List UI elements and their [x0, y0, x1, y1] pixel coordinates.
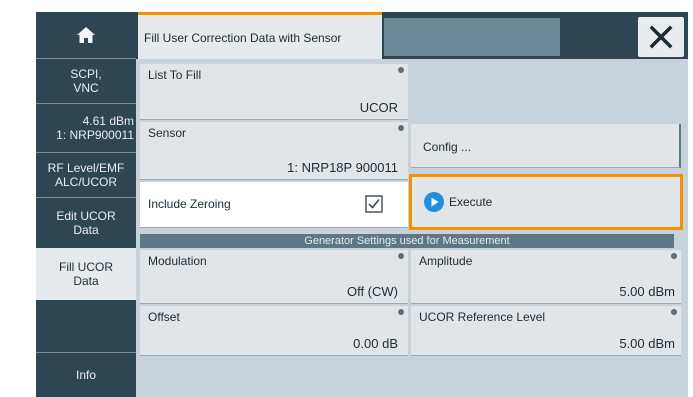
offset-value: 0.00 dB	[353, 336, 398, 351]
sidebar-item-label: VNC	[73, 81, 99, 95]
sensor-label: Sensor	[148, 126, 187, 140]
edit-indicator-icon	[398, 67, 404, 73]
modulation-label: Modulation	[148, 254, 207, 268]
dialog-window: SCPI, VNC 4.61 dBm 1: NRP900011 RF Level…	[36, 12, 688, 397]
sidebar-item-rf-level[interactable]: RF Level/EMF ALC/UCOR	[36, 153, 136, 197]
config-button[interactable]: Config ...	[411, 124, 681, 168]
offset-label: Offset	[148, 310, 180, 324]
edit-indicator-icon	[398, 125, 404, 131]
amplitude-label: Amplitude	[419, 254, 473, 268]
sidebar-item-scpi-vnc[interactable]: SCPI, VNC	[36, 59, 136, 103]
edit-indicator-icon	[398, 309, 404, 315]
offset-field[interactable]: Offset 0.00 dB	[140, 306, 408, 356]
modulation-field[interactable]: Modulation Off (CW)	[140, 250, 408, 304]
include-zeroing-checkbox[interactable]	[365, 195, 383, 213]
list-to-fill-label: List To Fill	[148, 68, 202, 82]
close-icon	[649, 25, 673, 49]
sidebar-item-label: Data	[73, 223, 99, 237]
edit-indicator-icon	[671, 253, 677, 259]
ucor-reference-level-label: UCOR Reference Level	[419, 310, 546, 324]
tab-fill-user-correction[interactable]: Fill User Correction Data with Sensor	[138, 12, 382, 59]
config-button-label: Config ...	[423, 140, 472, 154]
sidebar-item-label: RF Level/EMF	[47, 161, 125, 175]
tab-label: Fill User Correction Data with Sensor	[144, 31, 342, 45]
ucor-reference-level-value: 5.00 dBm	[619, 336, 675, 351]
edit-indicator-icon	[671, 309, 677, 315]
sidebar-item-label: ALC/UCOR	[54, 175, 117, 189]
sidebar-item-edit-ucor[interactable]: Edit UCOR Data	[36, 198, 136, 248]
sidebar-item-home[interactable]	[36, 12, 136, 58]
sensor-field[interactable]: Sensor 1: NRP18P 900011	[140, 122, 408, 180]
sidebar: SCPI, VNC 4.61 dBm 1: NRP900011 RF Level…	[36, 12, 136, 397]
sidebar-item-label: Info	[75, 368, 96, 382]
home-icon	[77, 27, 95, 43]
play-icon	[424, 192, 444, 212]
edit-indicator-icon	[398, 253, 404, 259]
sidebar-item-label: Edit UCOR	[56, 209, 116, 223]
execute-button-label: Execute	[449, 195, 493, 209]
sidebar-item-empty[interactable]	[36, 300, 136, 352]
sidebar-item-label: Fill UCOR	[59, 260, 113, 274]
ucor-reference-level-field[interactable]: UCOR Reference Level 5.00 dBm	[411, 306, 681, 356]
list-to-fill-value: UCOR	[359, 100, 398, 115]
section-header: Generator Settings used for Measurement	[140, 234, 674, 248]
sensor-value: 1: NRP18P 900011	[287, 160, 398, 175]
sidebar-item-label: Data	[73, 274, 99, 288]
sidebar-item-sensor-level[interactable]: 4.61 dBm 1: NRP900011	[36, 104, 136, 152]
title-bar: Fill User Correction Data with Sensor	[136, 12, 688, 59]
amplitude-field[interactable]: Amplitude 5.00 dBm	[411, 250, 681, 304]
include-zeroing-label: Include Zeroing	[148, 197, 231, 211]
sidebar-item-fill-ucor[interactable]: Fill UCOR Data	[36, 248, 136, 300]
execute-button[interactable]: Execute	[409, 174, 683, 230]
sensor-name: 1: NRP900011	[56, 128, 134, 142]
sidebar-item-info[interactable]: Info	[36, 353, 136, 397]
modulation-value: Off (CW)	[346, 284, 398, 299]
list-to-fill-field[interactable]: List To Fill UCOR	[140, 64, 408, 120]
include-zeroing-field[interactable]: Include Zeroing	[140, 182, 408, 228]
close-button[interactable]	[638, 17, 684, 57]
sidebar-item-label: SCPI,	[70, 67, 102, 81]
sensor-level-value: 4.61 dBm	[82, 114, 134, 128]
title-bar-filler	[384, 18, 560, 56]
amplitude-value: 5.00 dBm	[619, 284, 675, 299]
